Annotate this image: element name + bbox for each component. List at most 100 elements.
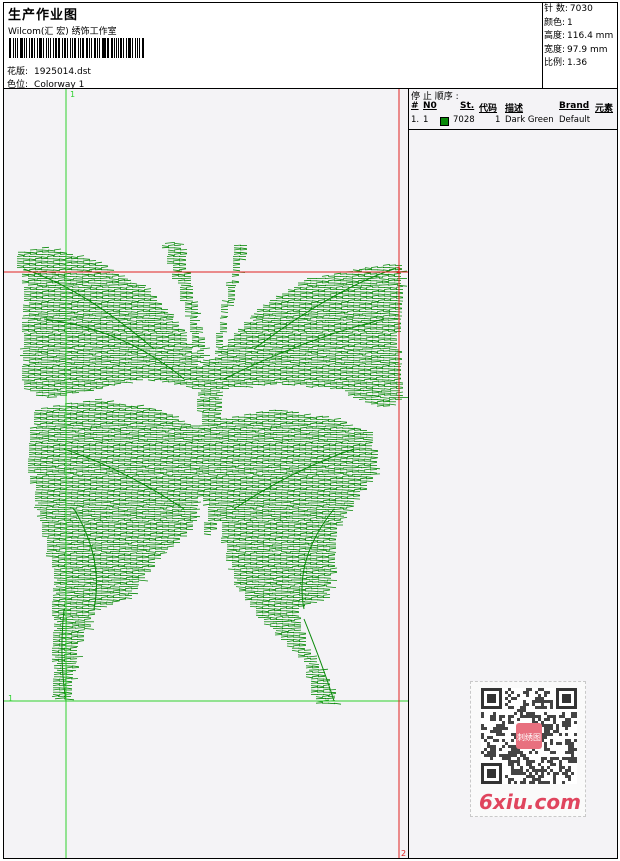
design-canvas[interactable]: 1 2 1 2 <box>4 89 409 858</box>
stitch-run <box>45 331 54 333</box>
stitch-run <box>227 299 236 301</box>
stitch-run <box>147 369 156 372</box>
stitch-run <box>207 368 216 370</box>
stitch-run <box>51 375 60 377</box>
stitch-run <box>219 421 228 423</box>
stitch-run <box>275 297 284 299</box>
stitch-run <box>196 400 205 403</box>
stitch-run <box>285 367 294 370</box>
stitch-run <box>365 394 374 397</box>
stitch-run <box>39 366 48 368</box>
stitch-run <box>90 320 102 322</box>
stitch-run <box>143 288 152 290</box>
stitch-run <box>165 321 174 323</box>
stitch-run <box>53 487 62 489</box>
stitch-run <box>279 418 288 420</box>
stitch-run <box>334 306 343 309</box>
stitch-run <box>76 260 85 263</box>
stitch-run <box>65 336 74 339</box>
stitch-run <box>251 480 260 483</box>
stitch-run <box>40 491 49 494</box>
stitch-run <box>237 330 246 332</box>
stitch-run <box>328 444 337 447</box>
stitch-run <box>269 383 278 385</box>
stitch-run <box>93 468 102 471</box>
stitch-run <box>171 419 180 421</box>
stitch-run <box>81 375 90 377</box>
barcode-bar <box>58 38 60 58</box>
stitch-run <box>34 268 43 271</box>
stitch-run <box>136 455 145 458</box>
stitch-run <box>381 273 390 276</box>
stitch-run <box>226 451 235 453</box>
stitch-run <box>101 475 110 477</box>
stitch-run <box>196 349 205 352</box>
stitch-run <box>329 487 338 489</box>
stitch-run <box>129 460 138 463</box>
stitch-run <box>226 356 235 359</box>
stitch-run <box>82 400 91 403</box>
stitch-run <box>293 339 302 341</box>
stitch-run <box>166 260 175 263</box>
stitch-run <box>351 282 360 284</box>
stitch-run <box>45 466 57 469</box>
stitch-run <box>215 339 224 342</box>
stitch-run <box>311 486 320 488</box>
stitch-run <box>47 289 56 291</box>
stitch-run <box>35 480 44 482</box>
stitch-run <box>219 457 228 460</box>
stitch-run <box>353 478 362 481</box>
stitch-run <box>311 440 320 442</box>
stitch-run <box>215 332 224 334</box>
stitch-run <box>153 377 162 379</box>
stitch-run <box>111 273 120 276</box>
stitch-run <box>344 432 356 434</box>
stitch-run <box>339 460 348 463</box>
stitch-run <box>285 376 294 378</box>
stitch-run <box>45 425 57 427</box>
stitch-run <box>47 427 56 430</box>
stitch-run <box>183 463 192 465</box>
stitch-run <box>191 337 200 339</box>
stitch-run <box>249 416 258 419</box>
stitch-run <box>358 453 367 455</box>
stitch-run <box>202 359 211 362</box>
stitch-run <box>263 333 272 335</box>
stitch-run <box>251 383 260 386</box>
stitch-run <box>131 290 140 293</box>
stitch-run <box>148 447 157 449</box>
stitch-run <box>33 323 42 326</box>
stitch-run <box>287 436 296 438</box>
stitch-run <box>27 458 36 460</box>
stitch-run <box>46 364 55 366</box>
stitch-run <box>317 385 326 387</box>
stitch-run <box>339 421 348 423</box>
stitch-run <box>311 480 320 483</box>
stitch-run <box>201 471 210 473</box>
stitch-run <box>317 429 326 431</box>
stitch-run <box>347 388 356 390</box>
stitch-run <box>341 475 350 477</box>
stitch-run <box>27 273 36 276</box>
stitch-run <box>239 476 248 478</box>
stitch-run <box>293 288 302 290</box>
stitch-run <box>75 462 84 464</box>
stitch-run <box>358 358 367 361</box>
stitch-run <box>23 382 32 385</box>
stitch-run <box>305 286 314 288</box>
stitch-run <box>47 383 56 386</box>
stitch-run <box>128 432 140 434</box>
stitch-run <box>127 348 139 350</box>
stitch-run <box>46 451 55 453</box>
stitch-run <box>281 337 290 339</box>
stitch-run <box>311 485 320 487</box>
stitch-run <box>107 298 116 300</box>
design-preview: 1 2 1 2 <box>4 89 408 858</box>
stitch-run <box>387 319 399 321</box>
stitch-run <box>191 475 200 477</box>
stitch-run <box>185 386 194 388</box>
stitch-run <box>274 456 283 458</box>
stitch-run <box>329 436 338 438</box>
stitch-run <box>148 358 157 361</box>
stitch-run <box>107 489 116 492</box>
